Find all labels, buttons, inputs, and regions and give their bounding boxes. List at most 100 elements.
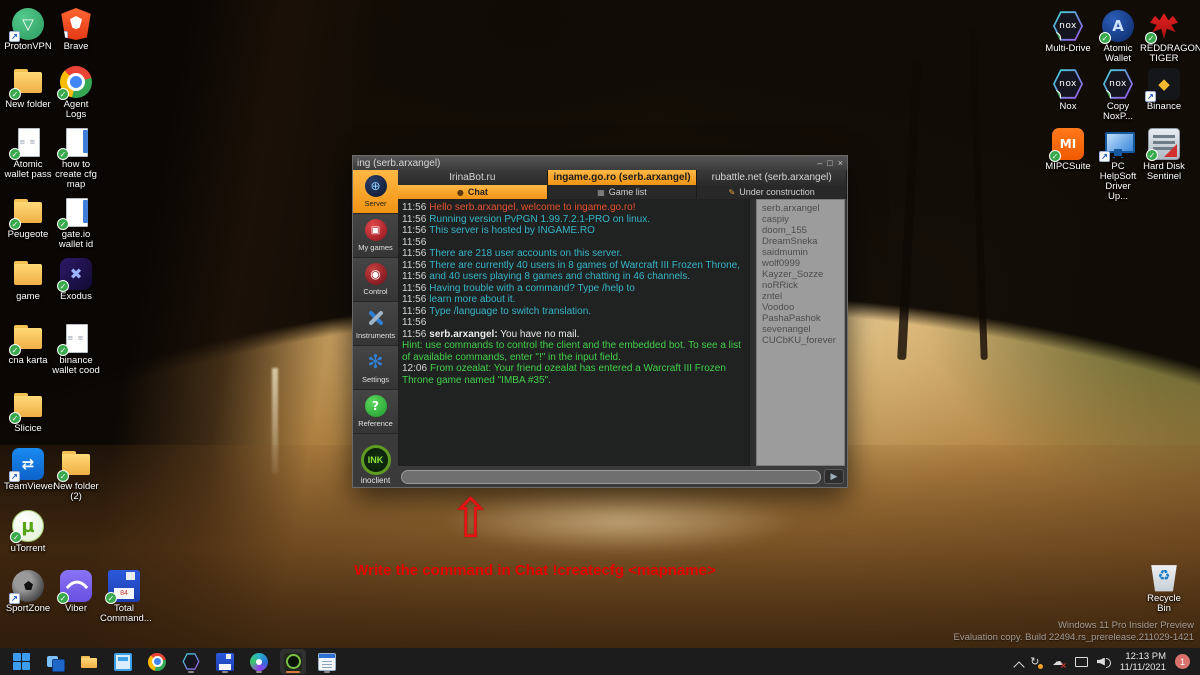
taskbar-task-view-icon[interactable] [42,649,68,674]
desktop-icon-brave[interactable]: ↗Brave [52,8,100,52]
sidebar-item-my-games[interactable]: ▣My games [353,214,398,258]
desktop-icon-cna-karta[interactable]: ✓cna karta [4,322,52,366]
maximize-button[interactable]: □ [827,159,832,168]
cloud-error-icon[interactable]: ☁× [1051,655,1065,669]
close-button[interactable]: × [838,159,843,168]
desktop-icon-multi-drive[interactable]: nox✓Multi-Drive [1044,10,1092,54]
desktop-icon-nox[interactable]: nox✓Nox [1044,68,1092,112]
network-icon[interactable] [1074,655,1088,669]
viber-icon: ✓ [60,570,92,602]
user-list-item[interactable]: Kayzer_Sozze [762,269,844,280]
sidebar-item-server[interactable]: ⊕Server [353,170,398,214]
chat-timestamp: 11:56 [402,294,426,305]
server-tab-ingame.go.ro[interactable]: ingame.go.ro (serb.arxangel) [548,170,698,185]
tab-game-list[interactable]: ▦Game list [548,185,698,199]
desktop-icon-teamviewer[interactable]: ⇄↗TeamViewer [4,448,52,492]
volume-icon[interactable] [1097,655,1111,669]
user-list-item[interactable]: doom_155 [762,225,844,236]
chat-input[interactable] [401,470,821,484]
chat-line: 11:56 [402,237,747,249]
taskbar-notepad-icon[interactable] [314,649,340,674]
taskbar-paint-app-icon[interactable] [246,649,272,674]
media-app-icon [114,653,132,671]
windows-watermark: Windows 11 Pro Insider Preview Evaluatio… [954,620,1194,644]
desktop-icon-new-folder-2-[interactable]: ✓New folder (2) [52,448,100,502]
desktop-icon-slicice[interactable]: ✓Slicice [4,390,52,434]
desktop-icon-agent-logs[interactable]: ✓Agent Logs [52,66,100,120]
desktop-icon-atomic-wallet-pass[interactable]: ≡ ≡✓Atomic wallet pass [4,126,52,180]
update-icon[interactable]: ↻ [1028,655,1042,669]
desktop-icon-pc-helpsoft-driver-up-[interactable]: ↗PC HelpSoft Driver Up... [1094,128,1142,202]
user-list-item[interactable]: sevenangel [762,324,844,335]
window-titlebar[interactable]: ing (serb.arxangel) – □ × [353,156,847,170]
user-list-item[interactable]: caspiy [762,214,844,225]
user-list-item[interactable]: CUCbKU_forever [762,335,844,346]
taskbar-start-icon[interactable] [8,649,34,674]
user-list-item[interactable]: serb.arxangel [762,203,844,214]
desktop-icon-copy-noxp-[interactable]: nox✓Copy NoxP... [1094,68,1142,122]
taskbar-nox-icon[interactable] [178,649,204,674]
taskbar-total-commander-icon[interactable] [212,649,238,674]
desktop-icon-utorrent[interactable]: µ✓uTorrent [4,510,52,554]
sidebar-item-label: Instruments [356,331,395,340]
taskbar-chrome-icon[interactable] [144,649,170,674]
desktop-icon-total-command-[interactable]: ✓Total Command... [100,570,148,624]
window-title: ing (serb.arxangel) [357,158,817,169]
sidebar-item-settings[interactable]: ✻Settings [353,346,398,390]
desktop-icon-protonvpn[interactable]: ▽↗ProtonVPN [4,8,52,52]
send-button[interactable]: ▶ [824,469,844,484]
user-list-item[interactable]: DreamSneka [762,236,844,247]
chat-message-text: learn more about it. [429,294,515,305]
sidebar-item-instruments[interactable]: Instruments [353,302,398,346]
taskbar-media-app-icon[interactable] [110,649,136,674]
desktop-icon-label: TeamViewer [4,482,52,492]
running-indicator [286,671,300,673]
desktop-icon-binance[interactable]: ◆↗Binance [1140,68,1188,112]
running-indicator [324,671,330,673]
desktop-icon-reddragon-tiger[interactable]: ✓REDDRAGON TIGER [1140,10,1188,64]
user-list-item[interactable]: zntel [762,291,844,302]
notification-badge[interactable]: 1 [1175,654,1190,669]
chat-timestamp: 11:56 [402,329,426,340]
user-list-item[interactable]: wolf0999 [762,258,844,269]
desktop-icon-label: Agent Logs [52,100,100,120]
desktop-icon-exodus[interactable]: ✖✓Exodus [52,258,100,302]
folder-icon: ✓ [12,66,44,98]
desktop-icon-binance-wallet-cood[interactable]: ≡ ≡✓binance wallet cood [52,322,100,376]
check-badge-icon: ✓ [10,531,22,543]
nox-icon [182,653,200,671]
taskbar-inoclient-icon[interactable] [280,649,306,674]
sidebar-item-control[interactable]: ◉Control [353,258,398,302]
user-list-item[interactable]: Voodoo [762,302,844,313]
sidebar-item-reference[interactable]: ?Reference [353,390,398,434]
taskbar-file-explorer-icon[interactable] [76,649,102,674]
annotation-arrow-icon: ⇧ [448,492,493,546]
desktop-icon-peugeote[interactable]: ✓Peugeote [4,196,52,240]
shortcut-arrow-icon: ↗ [9,593,20,604]
desktop-icon-recycle-bin[interactable]: ♻Recycle Bin [1140,560,1188,614]
desktop-icon-new-folder[interactable]: ✓New folder [4,66,52,110]
chat-timestamp: 11:56 [402,237,426,248]
desktop-icon-mipcsuite[interactable]: MI✓MIPCSuite [1044,128,1092,172]
desktop-icon-hard-disk-sentinel[interactable]: ✓Hard Disk Sentinel [1140,128,1188,182]
chat-scrollbar[interactable] [749,199,756,466]
clock[interactable]: 12:13 PM 11/11/2021 [1120,651,1166,673]
floppy-icon: ✓ [108,570,140,602]
desktop-icon-how-to-create-cfg-map[interactable]: ✓how to create cfg map [52,126,100,190]
shortcut-arrow-icon: ↗ [1145,91,1156,102]
server-tab-rubattle.net[interactable]: rubattle.net (serb.arxangel) [697,170,847,185]
tab-under-construction[interactable]: ✎Under construction [697,185,847,199]
user-list-item[interactable]: saidmumin [762,247,844,258]
minimize-button[interactable]: – [817,159,822,168]
tray-chevron-up-icon[interactable] [1012,658,1019,665]
control-icon: ◉ [365,263,387,285]
tab-chat[interactable]: ●Chat [398,185,548,199]
desktop-icon-viber[interactable]: ✓Viber [52,570,100,614]
desktop-icon-sportzone[interactable]: ↗SportZone [4,570,52,614]
desktop-icon-game[interactable]: game [4,258,52,302]
server-tab-irinabot.ru[interactable]: IrinaBot.ru [398,170,548,185]
desktop-icon-atomic-wallet[interactable]: A✓Atomic Wallet [1094,10,1142,64]
user-list-item[interactable]: PashaPashok [762,313,844,324]
desktop-icon-gate-io-wallet-id[interactable]: ✓gate.io wallet id [52,196,100,250]
user-list-item[interactable]: noRRick [762,280,844,291]
